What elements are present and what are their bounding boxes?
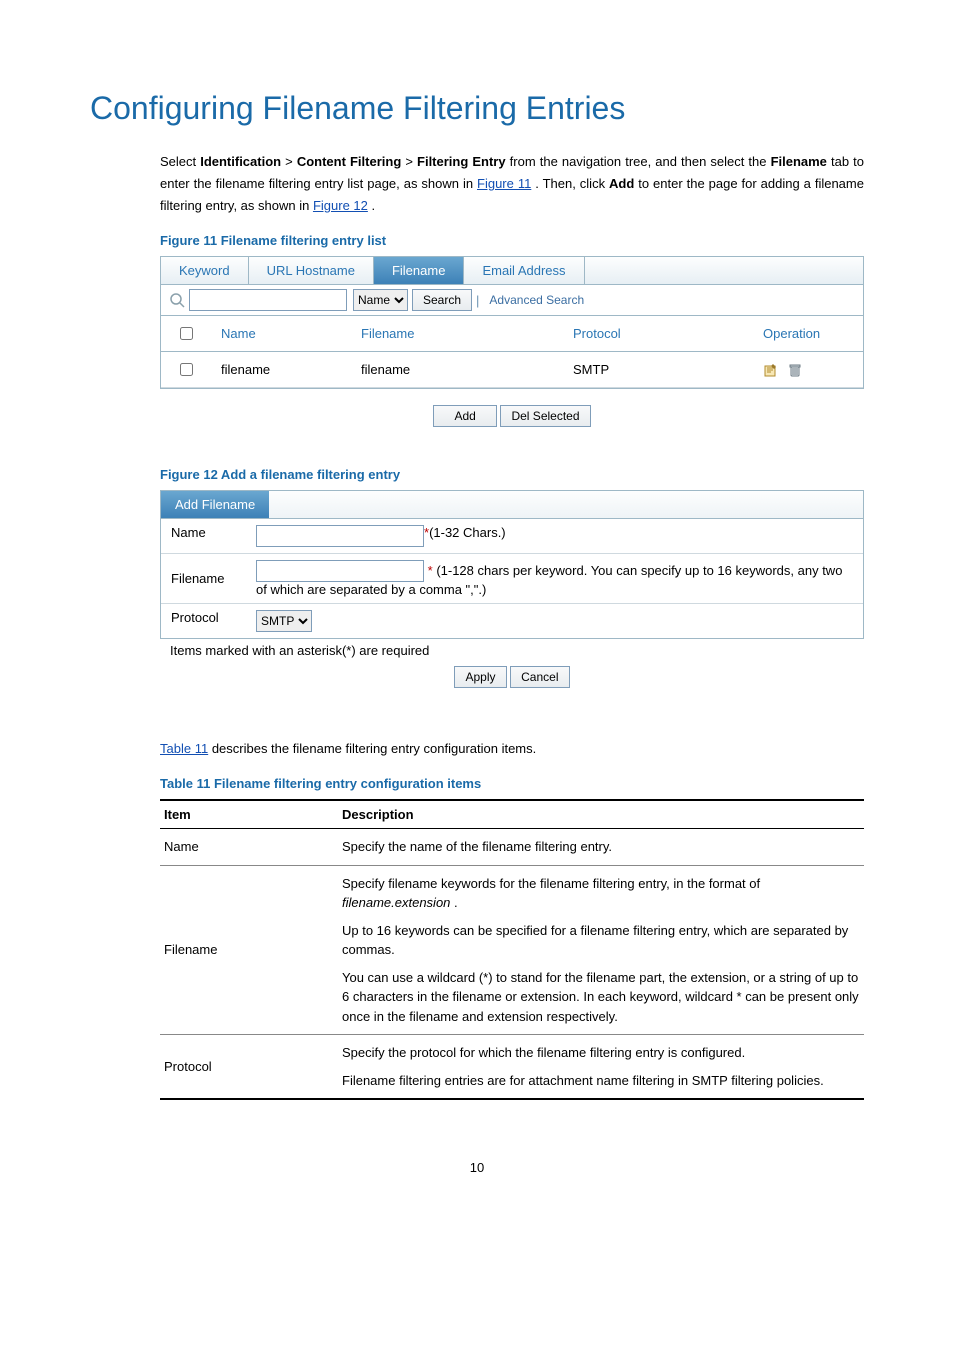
col-name: Name	[211, 316, 351, 352]
label-filename: Filename	[171, 571, 256, 586]
row-protocol: Protocol Specify the protocol for which …	[160, 1035, 864, 1100]
search-icon	[169, 292, 185, 308]
search-input[interactable]	[189, 289, 347, 311]
required-note: Items marked with an asterisk(*) are req…	[160, 639, 864, 658]
form-buttons: Apply Cancel	[160, 658, 864, 698]
nav-filtering-entry: Filtering Entry	[417, 154, 506, 169]
intro-paragraph: Select Identification > Content Filterin…	[160, 151, 864, 217]
tab-url-hostname[interactable]: URL Hostname	[249, 257, 374, 284]
table-header-row: Item Description	[160, 800, 864, 829]
entry-table: Name Filename Protocol Operation filenam…	[161, 316, 863, 388]
cell-protocol: SMTP	[563, 352, 753, 388]
table-11: Item Description Name Specify the name o…	[160, 799, 864, 1100]
cell-name: filename	[211, 352, 351, 388]
breadcrumb-sep: >	[405, 154, 417, 169]
search-button[interactable]: Search	[412, 289, 472, 311]
col-protocol: Protocol	[563, 316, 753, 352]
form-row-protocol: Protocol SMTP	[161, 604, 863, 638]
intro-post3: . Then, click	[535, 176, 609, 191]
table-11-caption: Table 11 Filename filtering entry config…	[160, 776, 864, 791]
figure-11-buttons: Add Del Selected	[160, 389, 864, 427]
figure-12: Add Filename Name * (1-32 Chars.) Filena…	[160, 490, 864, 639]
filename-p3: You can use a wildcard (*) to stand for …	[342, 968, 860, 1027]
col-operation: Operation	[753, 316, 863, 352]
label-name: Name	[171, 525, 256, 540]
search-row: Name Search | Advanced Search	[161, 285, 863, 316]
apply-button[interactable]: Apply	[454, 666, 506, 688]
add-word: Add	[609, 176, 634, 191]
link-figure-11[interactable]: Figure 11	[477, 176, 531, 191]
protocol-select[interactable]: SMTP	[256, 610, 312, 632]
form-row-filename: Filename * (1-128 chars per keyword. You…	[161, 554, 863, 604]
desc-protocol: Specify the protocol for which the filen…	[338, 1035, 864, 1100]
nav-content-filtering: Content Filtering	[297, 154, 401, 169]
tab-filler	[585, 257, 863, 284]
cell-filename: filename	[351, 352, 563, 388]
advanced-search-link[interactable]: Advanced Search	[489, 293, 584, 307]
row-checkbox[interactable]	[180, 363, 193, 376]
page-number: 10	[90, 1160, 864, 1175]
filename-p1a: Specify filename keywords for the filena…	[342, 876, 760, 891]
add-button[interactable]: Add	[433, 405, 496, 427]
filename-format: filename.extension	[342, 895, 450, 910]
table-header-row: Name Filename Protocol Operation	[161, 316, 863, 352]
label-protocol: Protocol	[171, 610, 256, 625]
filename-input[interactable]	[256, 560, 424, 582]
tab-bar: Keyword URL Hostname Filename Email Addr…	[161, 257, 863, 285]
desc-name: Specify the name of the filename filteri…	[338, 829, 864, 866]
del-selected-button[interactable]: Del Selected	[500, 405, 590, 427]
required-mark: *	[428, 563, 433, 578]
desc-filename: Specify filename keywords for the filena…	[338, 865, 864, 1035]
th-description: Description	[338, 800, 864, 829]
separator: |	[476, 293, 479, 308]
tab-add-filename: Add Filename	[161, 491, 269, 519]
item-protocol: Protocol	[160, 1035, 338, 1100]
row-name: Name Specify the name of the filename fi…	[160, 829, 864, 866]
figure-12-caption: Figure 12 Add a filename filtering entry	[160, 467, 864, 482]
nav-identification: Identification	[200, 154, 281, 169]
figure-11-caption: Figure 11 Filename filtering entry list	[160, 233, 864, 248]
cancel-button[interactable]: Cancel	[510, 666, 569, 688]
tab-name-filename: Filename	[771, 154, 827, 169]
edit-icon[interactable]	[763, 362, 779, 378]
select-all-checkbox[interactable]	[180, 327, 193, 340]
filename-p2: Up to 16 keywords can be specified for a…	[342, 921, 860, 960]
form-row-name: Name * (1-32 Chars.)	[161, 519, 863, 554]
protocol-p2: Filename filtering entries are for attac…	[342, 1071, 860, 1091]
filename-p1c: .	[454, 895, 458, 910]
tab-keyword[interactable]: Keyword	[161, 257, 249, 284]
item-filename: Filename	[160, 865, 338, 1035]
intro-post1: from the navigation tree, and then selec…	[510, 154, 771, 169]
item-name: Name	[160, 829, 338, 866]
table-intro: Table 11 describes the filename filterin…	[160, 738, 864, 760]
table-row: filename filename SMTP	[161, 352, 863, 388]
delete-icon[interactable]	[787, 362, 803, 378]
name-input[interactable]	[256, 525, 424, 547]
col-filename: Filename	[351, 316, 563, 352]
protocol-p1: Specify the protocol for which the filen…	[342, 1043, 860, 1063]
intro-post5: .	[372, 198, 376, 213]
link-figure-12[interactable]: Figure 12	[313, 198, 368, 213]
name-hint: (1-32 Chars.)	[429, 525, 506, 540]
tab-email-address[interactable]: Email Address	[464, 257, 584, 284]
tab-filename[interactable]: Filename	[374, 257, 464, 284]
page-title: Configuring Filename Filtering Entries	[90, 90, 864, 127]
search-field-select[interactable]: Name	[353, 289, 408, 311]
table-intro-post: describes the filename filtering entry c…	[212, 741, 536, 756]
link-table-11[interactable]: Table 11	[160, 741, 208, 756]
th-item: Item	[160, 800, 338, 829]
figure-11: Keyword URL Hostname Filename Email Addr…	[160, 256, 864, 389]
intro-pre: Select	[160, 154, 200, 169]
row-filename: Filename Specify filename keywords for t…	[160, 865, 864, 1035]
breadcrumb-sep: >	[285, 154, 297, 169]
